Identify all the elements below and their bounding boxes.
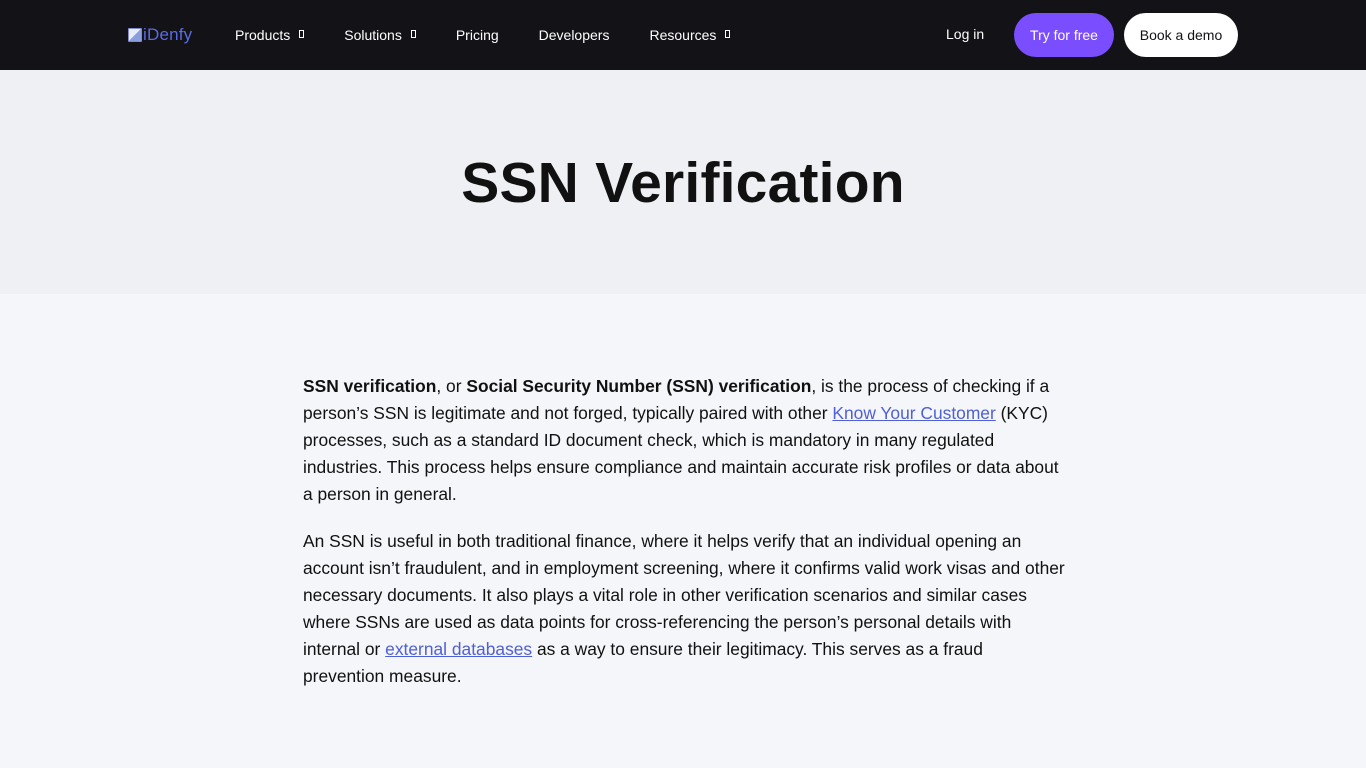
broken-image-icon (128, 28, 142, 42)
chevron-down-icon (410, 30, 416, 38)
term-ssn-verification: SSN verification (303, 376, 437, 396)
external-databases-link[interactable]: external databases (385, 639, 532, 659)
know-your-customer-link[interactable]: Know Your Customer (832, 403, 995, 423)
usage-paragraph: An SSN is useful in both traditional fin… (303, 528, 1065, 690)
chevron-down-icon (725, 30, 731, 38)
book-demo-button[interactable]: Book a demo (1124, 13, 1238, 57)
term-social-security-number: Social Security Number (SSN) verificatio… (466, 376, 812, 396)
nav-pricing[interactable]: Pricing (456, 27, 499, 43)
chevron-down-icon (299, 30, 305, 38)
nav-developers[interactable]: Developers (539, 27, 610, 43)
nav-pricing-label: Pricing (455, 27, 499, 43)
main-nav: Products Solutions Pricing Developers Re… (235, 0, 770, 70)
try-for-free-button[interactable]: Try for free (1014, 13, 1114, 57)
hero-section: SSN Verification (0, 70, 1366, 294)
login-link[interactable]: Log in (946, 26, 984, 42)
article-body: SSN verification, or Social Security Num… (303, 373, 1065, 710)
idenfy-logo[interactable]: iDenfy (128, 25, 192, 45)
page-title: SSN Verification (461, 151, 905, 215)
nav-resources[interactable]: Resources (649, 27, 731, 43)
top-navbar: iDenfy Products Solutions Pricing Develo… (0, 0, 1366, 70)
nav-products[interactable]: Products (235, 27, 305, 43)
text-segment: , or (436, 376, 467, 396)
nav-solutions[interactable]: Solutions (344, 27, 416, 43)
logo-alt-text: iDenfy (143, 25, 193, 44)
nav-resources-label: Resources (649, 27, 717, 43)
nav-products-label: Products (235, 27, 291, 43)
intro-paragraph: SSN verification, or Social Security Num… (303, 373, 1065, 508)
nav-solutions-label: Solutions (344, 27, 402, 43)
nav-developers-label: Developers (538, 27, 610, 43)
